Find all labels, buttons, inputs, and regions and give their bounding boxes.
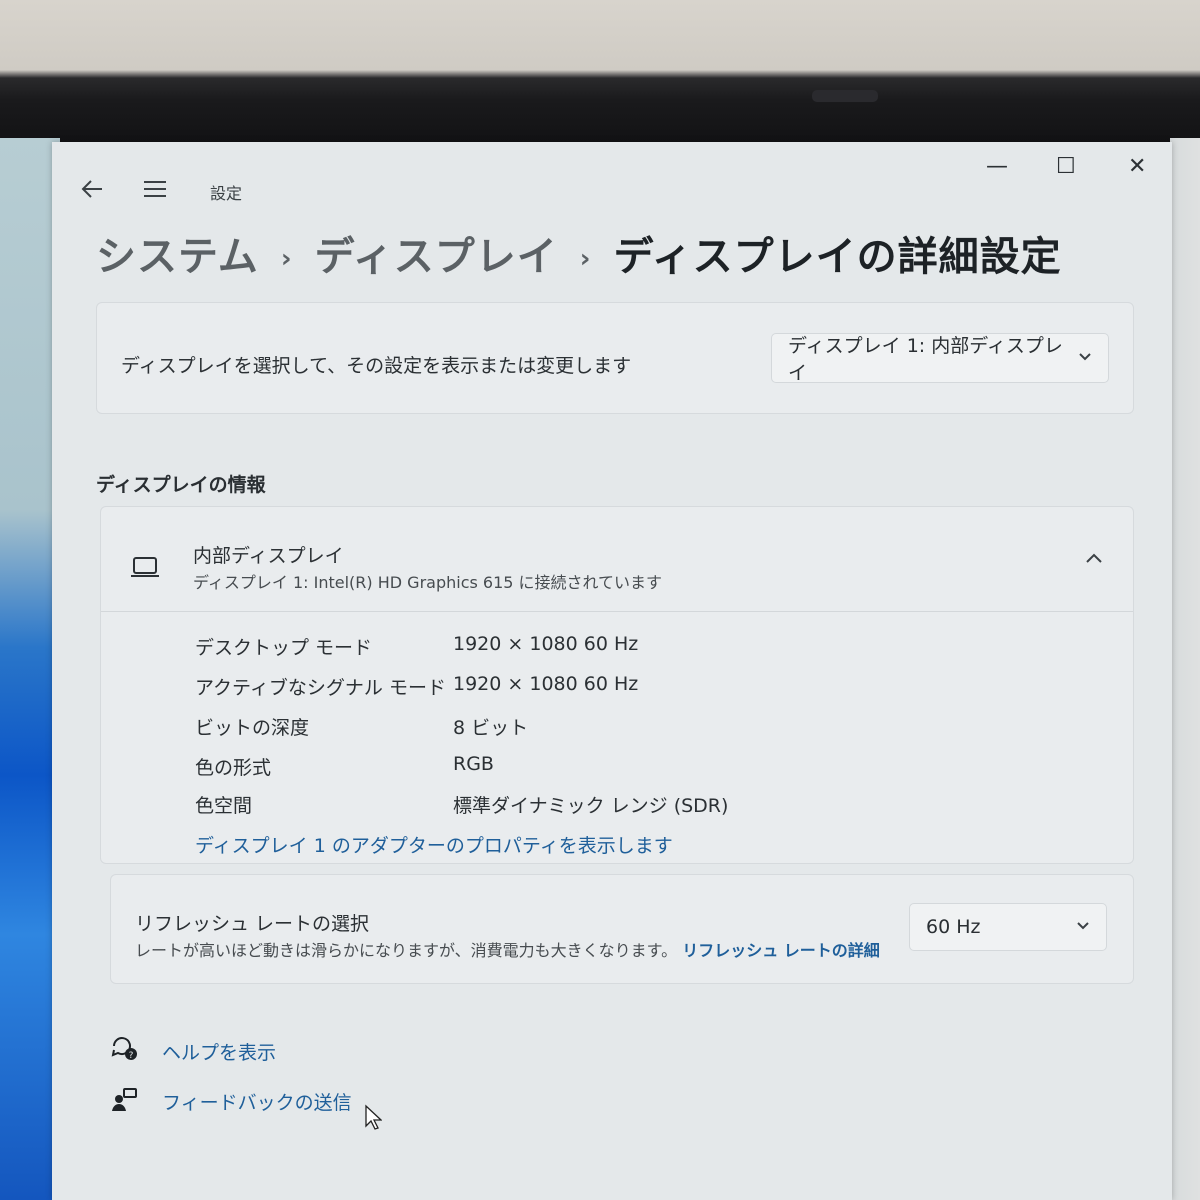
divider	[101, 611, 1133, 612]
info-value-active-signal: 1920 × 1080 60 Hz	[453, 673, 639, 695]
desktop-edge	[1170, 138, 1200, 1200]
info-value-desktop-mode: 1920 × 1080 60 Hz	[453, 633, 639, 655]
chevron-down-icon	[1076, 919, 1090, 935]
svg-text:?: ?	[129, 1051, 134, 1061]
hamburger-menu-icon[interactable]	[142, 178, 168, 205]
display-subtitle: ディスプレイ 1: Intel(R) HD Graphics 615 に接続され…	[193, 573, 663, 592]
breadcrumb-display[interactable]: ディスプレイ	[315, 234, 558, 280]
feedback-icon	[110, 1086, 138, 1120]
display-name: 内部ディスプレイ	[193, 545, 344, 567]
settings-window: 設定 — ☐ ✕ システム › ディスプレイ › ディスプレイの詳細設定 ディスプレイを…	[52, 142, 1172, 1200]
section-title-display-info: ディスプレイの情報	[96, 474, 266, 496]
info-label-bit-depth: ビットの深度	[195, 717, 310, 739]
breadcrumb-system[interactable]: システム	[96, 234, 259, 280]
maximize-button[interactable]: ☐	[1056, 156, 1076, 178]
feedback-link[interactable]: フィードバックの送信	[162, 1088, 352, 1115]
refresh-rate-value: 60 Hz	[926, 916, 981, 938]
help-link[interactable]: ヘルプを表示	[162, 1038, 276, 1065]
laptop-bezel	[0, 0, 1200, 150]
help-icon: ?	[110, 1034, 138, 1068]
info-label-active-signal: アクティブなシグナル モード	[195, 677, 446, 699]
chevron-down-icon	[1078, 350, 1092, 366]
app-title: 設定	[210, 184, 243, 203]
info-label-color-space: 色空間	[195, 795, 253, 817]
info-label-color-format: 色の形式	[195, 757, 272, 779]
info-label-desktop-mode: デスクトップ モード	[195, 637, 373, 659]
display-select-label: ディスプレイを選択して、その設定を表示または変更します	[121, 355, 632, 377]
display-select-value: ディスプレイ 1: 内部ディスプレイ	[788, 335, 1063, 384]
camera-notch	[812, 90, 878, 102]
breadcrumb-separator: ›	[579, 244, 592, 274]
refresh-rate-title: リフレッシュ レートの選択	[135, 913, 370, 935]
info-value-bit-depth: 8 ビット	[453, 717, 529, 739]
mouse-cursor-icon	[364, 1104, 383, 1134]
laptop-icon	[129, 555, 161, 583]
minimize-button[interactable]: —	[986, 156, 1008, 178]
display-select-card: ディスプレイを選択して、その設定を表示または変更します ディスプレイ 1: 内部…	[96, 302, 1134, 414]
desktop-wallpaper	[0, 138, 60, 1200]
page-title: ディスプレイの詳細設定	[613, 234, 1062, 280]
close-button[interactable]: ✕	[1128, 156, 1146, 178]
chevron-up-icon[interactable]	[1085, 549, 1103, 568]
info-value-color-space: 標準ダイナミック レンジ (SDR)	[453, 795, 729, 817]
refresh-rate-description-text: レートが高いほど動きは滑らかになりますが、消費電力も大きくなります。	[135, 941, 678, 960]
refresh-rate-dropdown[interactable]: 60 Hz	[909, 903, 1107, 951]
display-info-card: 内部ディスプレイ ディスプレイ 1: Intel(R) HD Graphics …	[100, 506, 1134, 864]
adapter-properties-link[interactable]: ディスプレイ 1 のアダプターのプロパティを表示します	[195, 831, 673, 858]
back-arrow-icon[interactable]	[80, 178, 104, 205]
breadcrumb: システム › ディスプレイ › ディスプレイの詳細設定	[96, 224, 1062, 282]
breadcrumb-separator: ›	[280, 244, 293, 274]
refresh-rate-details-link[interactable]: リフレッシュ レートの詳細	[682, 941, 880, 960]
refresh-rate-description: レートが高いほど動きは滑らかになりますが、消費電力も大きくなります。 リフレッシ…	[135, 937, 880, 961]
refresh-rate-card: リフレッシュ レートの選択 レートが高いほど動きは滑らかになりますが、消費電力も…	[110, 874, 1134, 984]
display-select-dropdown[interactable]: ディスプレイ 1: 内部ディスプレイ	[771, 333, 1109, 384]
info-value-color-format: RGB	[453, 753, 494, 775]
